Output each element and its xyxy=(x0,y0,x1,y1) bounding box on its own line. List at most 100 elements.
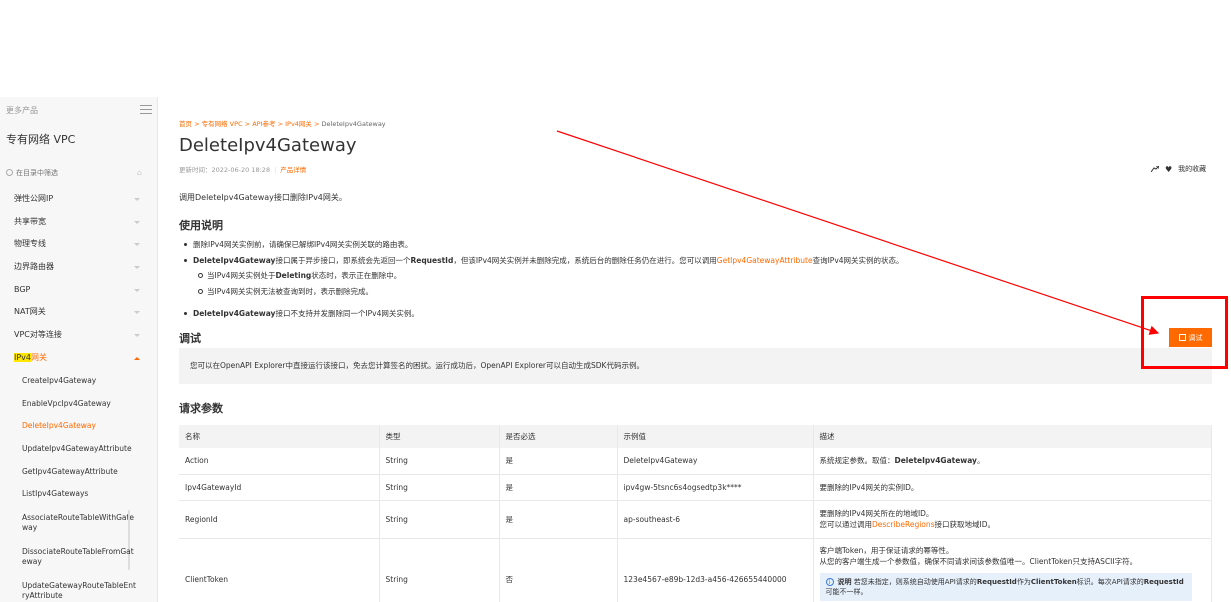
table-row: RegionId String 是 ap-southeast-6 要删除的IPv… xyxy=(179,500,1212,539)
request-params-heading: 请求参数 xyxy=(179,402,223,415)
sidebar-subitem-label: ListIpv4Gateways xyxy=(22,489,89,499)
page-actions: ♥ 我的收藏 xyxy=(1151,164,1206,174)
breadcrumb-vpc[interactable]: 专有网络 VPC xyxy=(202,120,243,128)
sidebar-item-shared-bandwidth[interactable]: 共享带宽 xyxy=(0,211,157,234)
sidebar-subitem-get[interactable]: GetIpv4GatewayAttribute xyxy=(0,460,157,483)
list-item-text: 当IPv4网关实例无法被查询到时，表示删除完成。 xyxy=(207,286,373,296)
share-icon[interactable] xyxy=(1151,166,1159,172)
param-description: 要删除的IPv4网关所在的地域ID。 您可以通过调用DescribeRegions… xyxy=(813,500,1212,539)
sidebar-subitem-label: DeleteIpv4Gateway xyxy=(22,421,96,431)
more-products-link[interactable]: 更多产品 xyxy=(6,105,38,116)
param-description: 系统规定参数。取值：DeleteIpv4Gateway。 xyxy=(813,448,1212,475)
sidebar-item-eip[interactable]: 弹性公网IP xyxy=(0,188,157,211)
debug-heading: 调试 xyxy=(179,332,201,345)
sidebar-header: 更多产品 xyxy=(6,105,152,117)
sidebar: 更多产品 专有网络 VPC ⌂ 弹性公网IP 共享带宽 物理专线 边界路由器 B… xyxy=(0,97,158,602)
column-header-description: 描述 xyxy=(813,425,1212,448)
description-line: 您可以通过调用DescribeRegions接口获取地域ID。 xyxy=(820,519,1212,530)
description-text: 从您的客户端生成一个参数值，确保不同请求间该参数值唯一。ClientToken只… xyxy=(819,556,1138,566)
note-text: 若您未指定，则系统自动使用API请求的 xyxy=(853,577,977,586)
clear-icon[interactable]: ⌂ xyxy=(137,168,142,177)
sidebar-item-vbr[interactable]: 边界路由器 xyxy=(0,256,157,279)
chevron-down-icon xyxy=(134,198,140,201)
breadcrumb-home[interactable]: 首页 xyxy=(179,120,192,128)
sidebar-item-label: NAT网关 xyxy=(14,307,46,317)
sidebar-subitem-delete[interactable]: DeleteIpv4Gateway xyxy=(0,415,157,438)
sidebar-subitem-label: UpdateIpv4GatewayAttribute xyxy=(22,443,132,453)
debug-info-box: 您可以在OpenAPI Explorer中直接运行该接口，免去您计算签名的困扰。… xyxy=(179,348,1212,384)
sidebar-subitem-dissociate[interactable]: DissociateRouteTableFromGateway xyxy=(0,540,157,574)
note-text: 标识。每次API请求的 xyxy=(1076,577,1144,586)
sidebar-item-label: VPC对等连接 xyxy=(14,330,62,340)
param-description: 客户端Token，用于保证请求的幂等性。 从您的客户端生成一个参数值，确保不同请… xyxy=(813,538,1212,602)
sidebar-search: ⌂ xyxy=(6,167,152,181)
note-term: ClientToken xyxy=(1030,577,1077,586)
list-item-text: 查询IPv4网关实例的状态。 xyxy=(812,255,904,265)
breadcrumb-separator: > xyxy=(194,120,200,128)
param-example: ipv4gw-5tsnc6s4ogsedtp3k**** xyxy=(617,474,814,501)
sidebar-item-bgp[interactable]: BGP xyxy=(0,279,157,302)
description-value: DeleteIpv4Gateway xyxy=(894,456,977,466)
product-details-link[interactable]: 产品详情 xyxy=(280,166,306,174)
description-text: 。 xyxy=(976,456,985,466)
sidebar-item-ipv4-gateway[interactable]: IPv4网关 xyxy=(0,347,157,370)
sidebar-item-label: BGP xyxy=(14,284,31,294)
param-type: String xyxy=(379,474,500,501)
breadcrumb-current: DeleteIpv4Gateway xyxy=(321,120,386,128)
param-type: String xyxy=(379,500,500,539)
describe-regions-link[interactable]: DescribeRegions xyxy=(872,520,935,529)
param-name: RegionId xyxy=(179,500,380,539)
sidebar-menu: 弹性公网IP 共享带宽 物理专线 边界路由器 BGP NAT网关 VPC对等连接… xyxy=(0,188,157,602)
api-name: DeleteIpv4Gateway xyxy=(193,255,276,265)
chevron-down-icon xyxy=(134,334,140,338)
sidebar-subitem-create[interactable]: CreateIpv4Gateway xyxy=(0,370,157,393)
list-item: 当IPv4网关实例无法被查询到时，表示删除完成。 xyxy=(179,284,1219,300)
param-type: String xyxy=(379,538,500,602)
request-params-table: 名称 类型 是否必选 示例值 描述 Action String 是 Delete… xyxy=(179,425,1212,602)
favorite-link[interactable]: 我的收藏 xyxy=(1178,164,1206,174)
list-item: 删除IPv4网关实例前，请确保已解绑IPv4网关实例关联的路由表。 xyxy=(179,237,1219,253)
sidebar-filter-input[interactable] xyxy=(16,167,126,179)
sidebar-subitem-label: CreateIpv4Gateway xyxy=(22,375,97,385)
breadcrumb: 首页 > 专有网络 VPC > API参考 > IPv4网关 > DeleteI… xyxy=(179,118,386,128)
top-navigation-bar xyxy=(0,0,1231,97)
note-term: RequestId xyxy=(1143,577,1184,586)
get-attribute-link[interactable]: GetIpv4GatewayAttribute xyxy=(717,256,813,265)
param-example: DeleteIpv4Gateway xyxy=(617,448,814,475)
param-required: 是 xyxy=(499,448,618,475)
heart-icon[interactable]: ♥ xyxy=(1165,165,1172,174)
sidebar-subitem-update-route[interactable]: UpdateGatewayRouteTableEntryAttribute xyxy=(0,574,157,602)
list-item-text: 当IPv4网关实例处于 xyxy=(207,271,276,280)
breadcrumb-api-reference[interactable]: API参考 xyxy=(252,120,275,128)
param-name: Action xyxy=(179,448,380,475)
sidebar-subitem-enable[interactable]: EnableVpcIpv4Gateway xyxy=(0,392,157,415)
sidebar-item-label: 共享带宽 xyxy=(14,216,46,226)
sidebar-subitem-update[interactable]: UpdateIpv4GatewayAttribute xyxy=(0,438,157,461)
chevron-down-icon xyxy=(134,288,140,292)
param-required: 是 xyxy=(499,474,618,501)
breadcrumb-separator: > xyxy=(277,120,284,128)
usage-heading: 使用说明 xyxy=(179,219,223,232)
note-text: 可能不一样。 xyxy=(825,587,868,596)
sidebar-item-physical-connection[interactable]: 物理专线 xyxy=(0,233,157,256)
param-description: 要删除的IPv4网关的实例ID。 xyxy=(813,474,1212,501)
chevron-down-icon xyxy=(134,266,140,270)
sidebar-item-label: 边界路由器 xyxy=(14,262,54,272)
column-header-name: 名称 xyxy=(179,425,380,448)
sidebar-item-label: 物理专线 xyxy=(14,239,46,249)
sidebar-subitem-list[interactable]: ListIpv4Gateways xyxy=(0,483,157,506)
sidebar-subitem-label: GetIpv4GatewayAttribute xyxy=(22,466,118,476)
sidebar-item-nat[interactable]: NAT网关 xyxy=(0,301,157,324)
list-item-text: 接口不支持并发删除同一个IPv4网关实例。 xyxy=(275,309,419,318)
search-highlight: IPv4 xyxy=(14,352,32,362)
product-title[interactable]: 专有网络 VPC xyxy=(6,131,75,147)
sidebar-subitem-associate[interactable]: AssociateRouteTableWithGateway xyxy=(0,506,157,570)
param-name: Ipv4GatewayId xyxy=(179,474,380,501)
note-text: 作为 xyxy=(1016,577,1031,586)
breadcrumb-ipv4-gateway[interactable]: IPv4网关 xyxy=(285,120,312,128)
chevron-down-icon xyxy=(134,220,140,224)
param-type: String xyxy=(379,448,500,475)
sidebar-item-vpc-peering[interactable]: VPC对等连接 xyxy=(0,324,157,347)
hamburger-menu-icon[interactable] xyxy=(140,105,152,115)
description-text: 您可以通过调用 xyxy=(819,520,873,529)
